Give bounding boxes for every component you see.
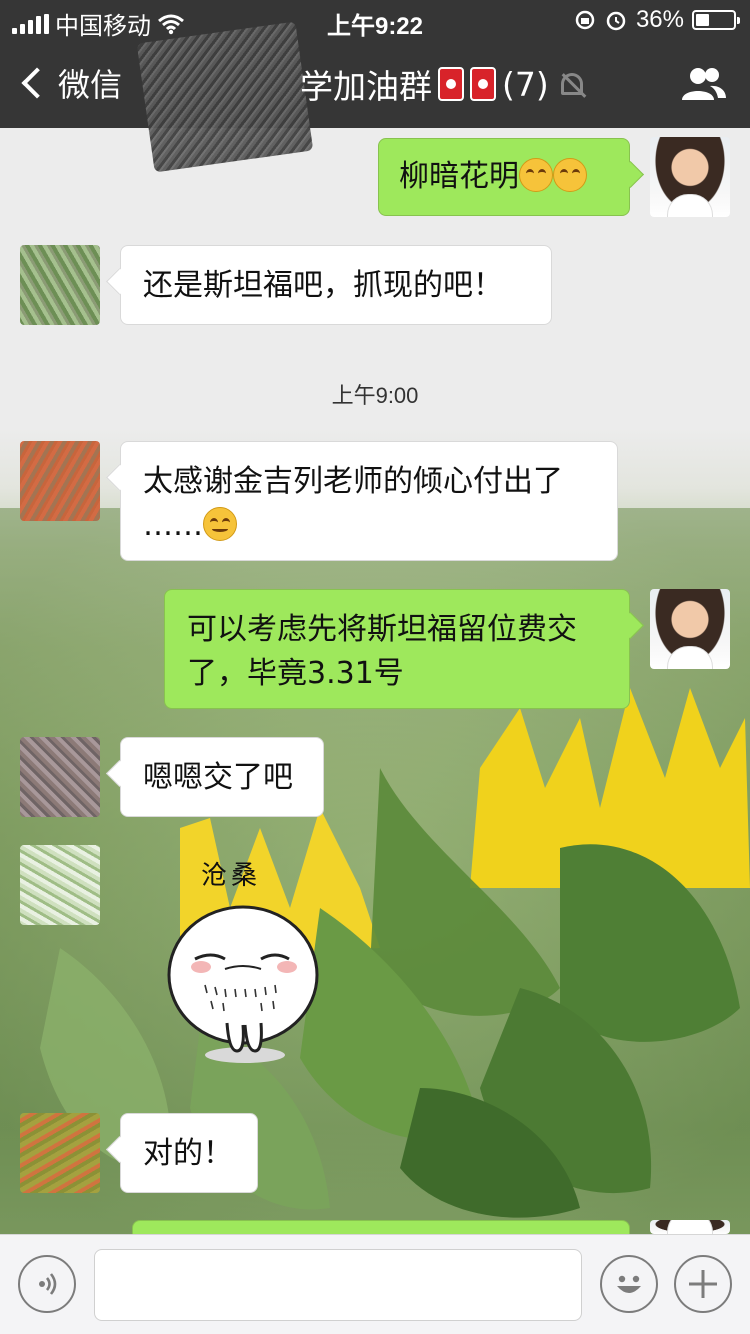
message-text: 柳暗花明: [399, 159, 519, 194]
member-count: (7): [502, 64, 549, 104]
plus-icon: [689, 1270, 717, 1298]
avatar[interactable]: [20, 845, 100, 925]
smirk-emoji-icon: [553, 158, 587, 192]
message-bubble[interactable]: 嗯嗯交了吧: [120, 737, 324, 817]
message-bubble[interactable]: 太感谢金吉列老师的倾心付出了 ……: [120, 441, 618, 561]
voice-button[interactable]: [18, 1255, 76, 1313]
my-avatar[interactable]: [650, 589, 730, 669]
nav-bar: 微信 学加油群 (7): [0, 21, 750, 173]
emoji-button[interactable]: [600, 1255, 658, 1313]
message-text: 太感谢金吉列老师的倾心付出了: [143, 464, 563, 499]
lock-rotation-icon: [575, 10, 595, 30]
message-text: 对的！: [143, 1136, 233, 1171]
fuel-pump-icon: [470, 67, 496, 101]
battery-percent: 36%: [635, 6, 684, 33]
message-bubble[interactable]: 柳暗花明: [378, 138, 630, 216]
back-chevron-icon: [21, 67, 53, 99]
input-bar: [0, 1234, 750, 1334]
mute-icon: [560, 73, 583, 95]
message-text-line2: 了，毕竟3.31号: [187, 656, 404, 691]
more-button[interactable]: [674, 1255, 732, 1313]
back-button[interactable]: 微信: [18, 60, 122, 106]
sticker-caption: 沧桑: [201, 861, 262, 891]
chat-title[interactable]: 学加油群 (7): [300, 62, 583, 106]
back-label: 微信: [58, 67, 123, 103]
message-text: 还是斯坦福吧，抓现的吧！: [143, 268, 503, 303]
my-avatar[interactable]: [650, 1220, 730, 1234]
status-bar: 中国移动 上午9:22 36%: [0, 0, 750, 40]
alarm-icon: [606, 11, 626, 31]
avatar[interactable]: [20, 1113, 100, 1193]
crying-emoji-icon: [203, 507, 237, 541]
message-text: 可以考虑先将斯坦福留位费交: [187, 612, 577, 647]
partial-message-bubble[interactable]: [132, 1220, 630, 1234]
avatar[interactable]: [20, 441, 100, 521]
my-avatar[interactable]: [650, 137, 730, 217]
group-members-icon[interactable]: [680, 66, 728, 102]
emoji-icon: [617, 1275, 641, 1293]
battery-icon: [692, 10, 740, 30]
message-text-line2: ……: [143, 508, 203, 543]
smirk-emoji-icon: [519, 158, 553, 192]
chat-title-text: 学加油群: [300, 67, 432, 106]
avatar[interactable]: [20, 737, 100, 817]
message-bubble[interactable]: 对的！: [120, 1113, 258, 1193]
fuel-pump-icon: [438, 67, 464, 101]
sticker-message[interactable]: 沧桑: [165, 855, 325, 1070]
message-text: 嗯嗯交了吧: [143, 760, 293, 795]
message-input[interactable]: [94, 1249, 582, 1321]
voice-icon: [39, 1273, 57, 1295]
chat-timestamp: 上午9:00: [331, 383, 419, 408]
message-bubble[interactable]: 可以考虑先将斯坦福留位费交 了，毕竟3.31号: [164, 589, 630, 709]
message-bubble[interactable]: 还是斯坦福吧，抓现的吧！: [120, 245, 552, 325]
avatar[interactable]: [20, 245, 100, 325]
redacted-title-scribble: [136, 21, 314, 173]
